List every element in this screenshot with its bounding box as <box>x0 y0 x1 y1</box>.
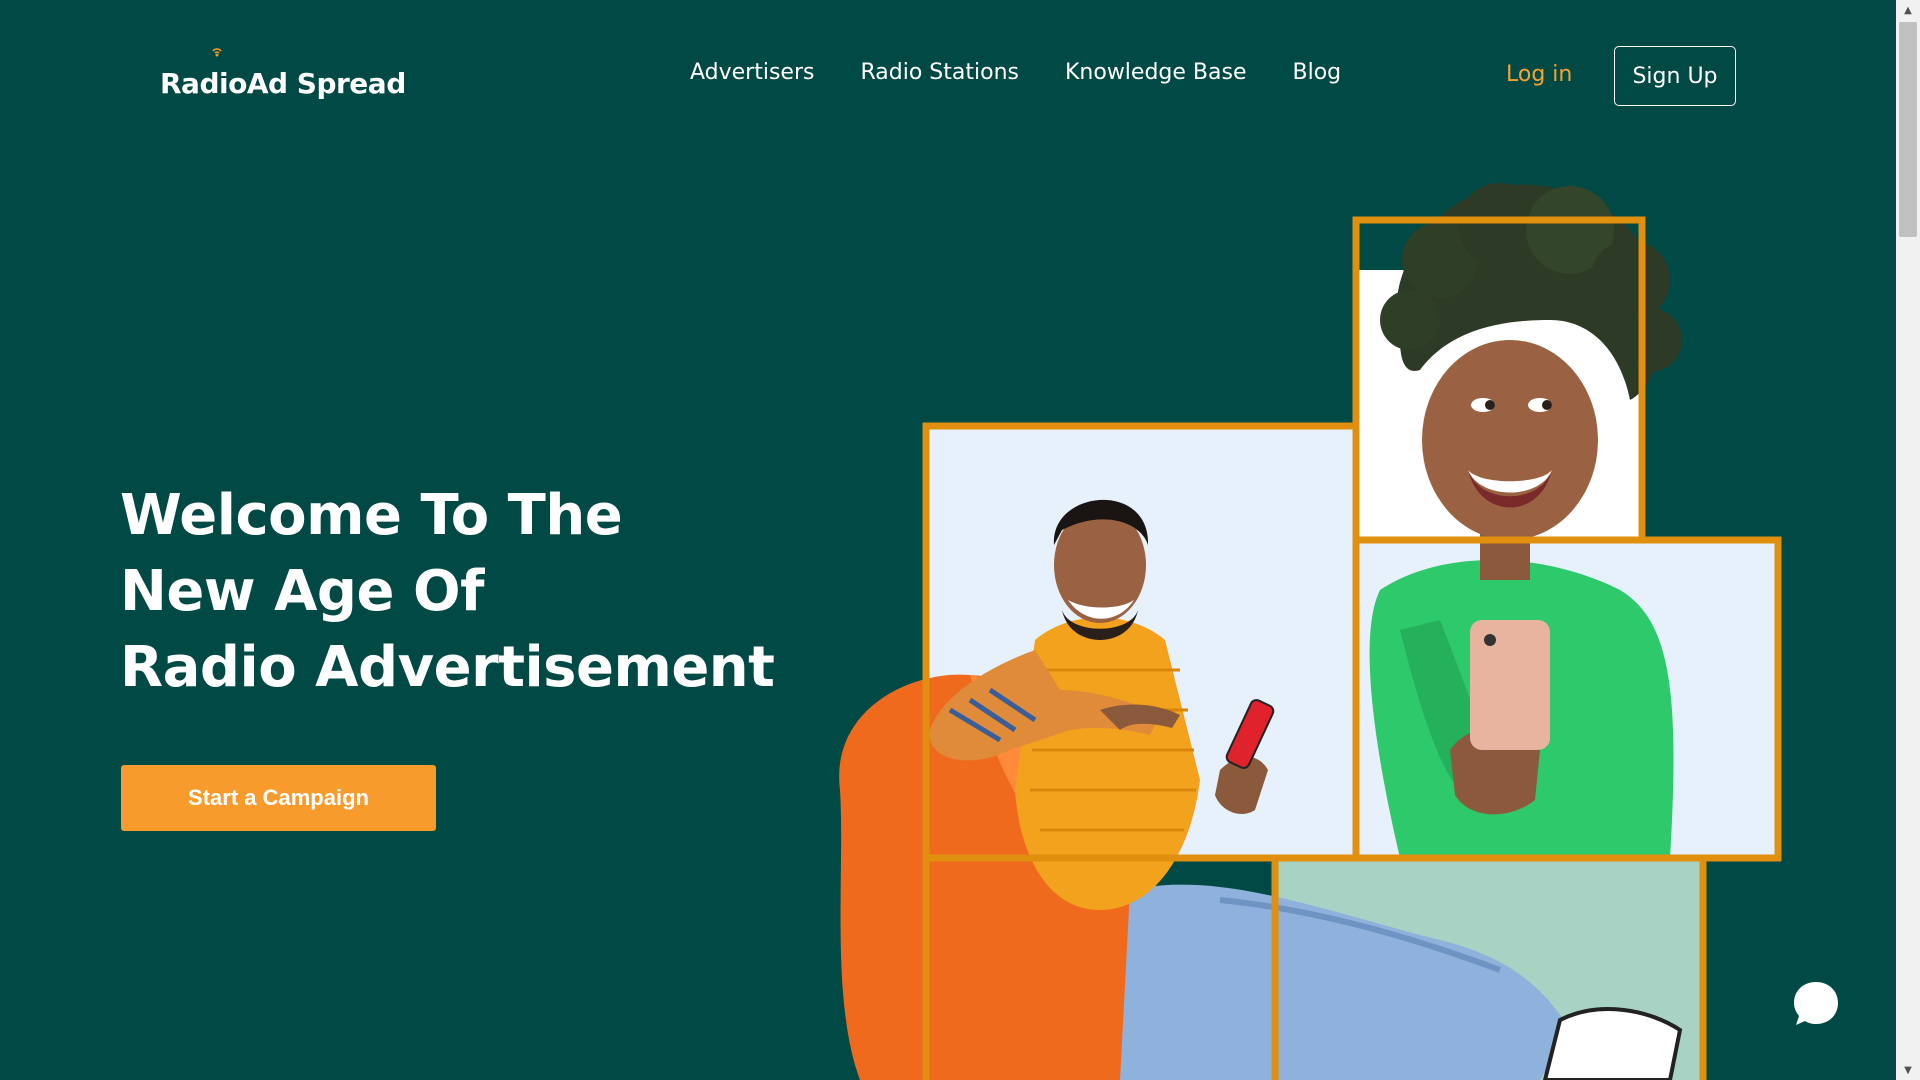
page-scrollbar[interactable]: ▲ ▼ <box>1896 0 1920 1080</box>
logo-text: RadioAd Spread <box>160 67 406 100</box>
chat-bubble-icon[interactable] <box>1790 978 1842 1030</box>
scroll-down-arrow-icon[interactable]: ▼ <box>1896 1060 1920 1080</box>
hero-title: Welcome To The New Age Of Radio Advertis… <box>120 478 775 706</box>
nav-blog[interactable]: Blog <box>1292 60 1341 85</box>
logo[interactable]: RadioAd Spread <box>160 48 406 100</box>
hero-title-line-1: Welcome To The <box>120 483 623 548</box>
antenna-icon <box>212 48 222 57</box>
hero-collage <box>839 183 1782 1080</box>
signup-button[interactable]: Sign Up <box>1614 46 1736 106</box>
page: RadioAd Spread Advertisers Radio Station… <box>0 0 1920 1080</box>
scroll-up-arrow-icon[interactable]: ▲ <box>1896 0 1920 20</box>
scroll-thumb[interactable] <box>1899 22 1917 237</box>
main-nav: Advertisers Radio Stations Knowledge Bas… <box>690 60 1341 85</box>
nav-radio-stations[interactable]: Radio Stations <box>860 60 1019 85</box>
nav-advertisers[interactable]: Advertisers <box>690 60 814 85</box>
hero-title-line-2: New Age Of <box>120 559 484 624</box>
start-campaign-button[interactable]: Start a Campaign <box>121 765 436 831</box>
login-link[interactable]: Log in <box>1506 62 1572 87</box>
nav-knowledge-base[interactable]: Knowledge Base <box>1065 60 1247 85</box>
hero-title-line-3: Radio Advertisement <box>120 635 775 700</box>
